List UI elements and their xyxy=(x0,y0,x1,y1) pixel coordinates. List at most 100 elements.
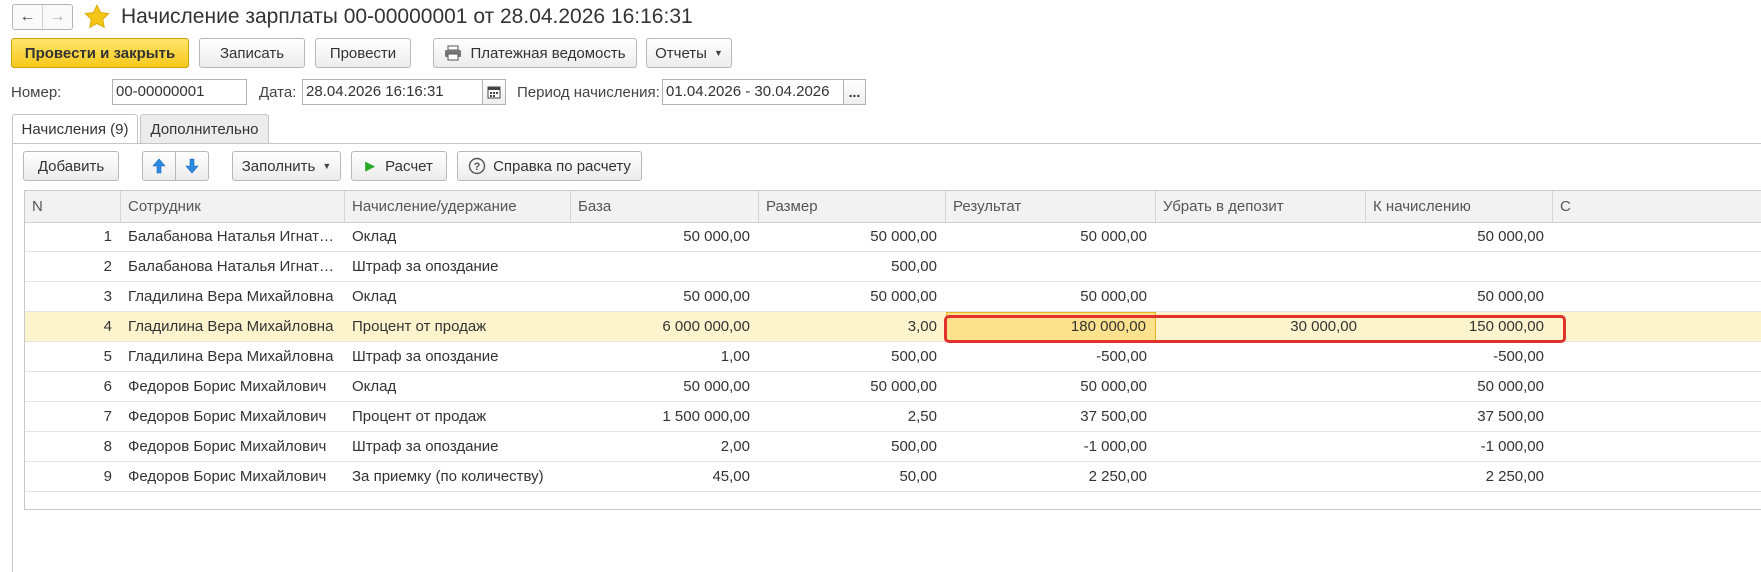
size-cell[interactable]: 50 000,00 xyxy=(759,372,946,401)
table-row[interactable]: 5 Гладилина Вера Михайловна Штраф за опозд… xyxy=(25,342,1761,372)
result-cell[interactable]: 180 000,00 xyxy=(946,312,1156,341)
table-row[interactable]: 1 Балабанова Наталья Игнат… Оклад 50 000,00… xyxy=(25,222,1761,252)
reports-button[interactable]: Отчеты ▼ xyxy=(646,38,732,68)
column-header-deposit[interactable]: Убрать в депозит xyxy=(1156,191,1366,222)
number-field[interactable]: 00-00000001 xyxy=(112,79,247,105)
deposit-cell[interactable] xyxy=(1156,402,1366,431)
row-number[interactable]: 8 xyxy=(25,432,121,461)
payroll-statement-button[interactable]: Платежная ведомость xyxy=(433,38,637,68)
base-cell[interactable]: 1,00 xyxy=(571,342,759,371)
employee-cell[interactable]: Федоров Борис Михайлович xyxy=(121,462,345,491)
save-button[interactable]: Записать xyxy=(199,38,305,68)
accrual-cell[interactable]: Оклад xyxy=(345,372,571,401)
forward-button[interactable]: → xyxy=(42,5,72,29)
period-field[interactable]: 01.04.2026 - 30.04.2026 xyxy=(662,79,844,105)
period-select-button[interactable]: ... xyxy=(843,79,866,105)
column-header-accrual[interactable]: Начисление/удержание xyxy=(345,191,571,222)
table-row[interactable]: 7 Федоров Борис Михайлович Процент от прод… xyxy=(25,402,1761,432)
size-cell[interactable]: 500,00 xyxy=(759,342,946,371)
post-button[interactable]: Провести xyxy=(315,38,411,68)
base-cell[interactable]: 50 000,00 xyxy=(571,222,759,251)
to-accrue-cell[interactable]: 2 250,00 xyxy=(1366,462,1553,491)
tab-accruals[interactable]: Начисления (9) xyxy=(12,114,138,144)
deposit-cell[interactable] xyxy=(1156,432,1366,461)
employee-cell[interactable]: Федоров Борис Михайлович xyxy=(121,402,345,431)
result-cell[interactable]: 37 500,00 xyxy=(946,402,1156,431)
table-row[interactable]: 3 Гладилина Вера Михайловна Оклад 50 000,00… xyxy=(25,282,1761,312)
employee-cell[interactable]: Гладилина Вера Михайловна xyxy=(121,342,345,371)
employee-cell[interactable]: Гладилина Вера Михайловна xyxy=(121,282,345,311)
employee-cell[interactable]: Федоров Борис Михайлович xyxy=(121,432,345,461)
to-accrue-cell[interactable]: 50 000,00 xyxy=(1366,222,1553,251)
calendar-button[interactable] xyxy=(482,79,506,105)
size-cell[interactable]: 2,50 xyxy=(759,402,946,431)
date-field[interactable]: 28.04.2026 16:16:31 xyxy=(302,79,483,105)
row-number[interactable]: 3 xyxy=(25,282,121,311)
size-cell[interactable]: 50 000,00 xyxy=(759,282,946,311)
row-number[interactable]: 6 xyxy=(25,372,121,401)
column-header-base[interactable]: База xyxy=(571,191,759,222)
accrual-cell[interactable]: Штраф за опоздание xyxy=(345,252,571,281)
result-cell[interactable] xyxy=(946,252,1156,281)
row-number[interactable]: 4 xyxy=(25,312,121,341)
table-row[interactable]: 8 Федоров Борис Михайлович Штраф за опозда… xyxy=(25,432,1761,462)
to-accrue-cell[interactable]: 150 000,00 xyxy=(1366,312,1553,341)
base-cell[interactable]: 50 000,00 xyxy=(571,282,759,311)
calc-help-button[interactable]: ? Справка по расчету xyxy=(457,151,642,181)
table-row[interactable]: 9 Федоров Борис Михайлович За приемку (по … xyxy=(25,462,1761,492)
post-and-close-button[interactable]: Провести и закрыть xyxy=(11,38,189,68)
column-header-to-accrue[interactable]: К начислению xyxy=(1366,191,1553,222)
move-up-button[interactable] xyxy=(142,151,176,181)
calculate-button[interactable]: ▶ Расчет xyxy=(351,151,447,181)
to-accrue-cell[interactable]: -1 000,00 xyxy=(1366,432,1553,461)
add-button[interactable]: Добавить xyxy=(23,151,119,181)
base-cell[interactable]: 1 500 000,00 xyxy=(571,402,759,431)
accrual-cell[interactable]: Процент от продаж xyxy=(345,402,571,431)
result-cell[interactable]: 2 250,00 xyxy=(946,462,1156,491)
to-accrue-cell[interactable]: 50 000,00 xyxy=(1366,282,1553,311)
row-number[interactable]: 5 xyxy=(25,342,121,371)
result-cell[interactable]: 50 000,00 xyxy=(946,222,1156,251)
deposit-cell[interactable] xyxy=(1156,372,1366,401)
employee-cell[interactable]: Гладилина Вера Михайловна xyxy=(121,312,345,341)
tab-additional[interactable]: Дополнительно xyxy=(140,114,269,144)
accrual-cell[interactable]: Штраф за опоздание xyxy=(345,342,571,371)
base-cell[interactable]: 50 000,00 xyxy=(571,372,759,401)
result-cell[interactable]: -500,00 xyxy=(946,342,1156,371)
move-down-button[interactable] xyxy=(175,151,209,181)
row-number[interactable]: 1 xyxy=(25,222,121,251)
accrual-cell[interactable]: Штраф за опоздание xyxy=(345,432,571,461)
deposit-cell[interactable] xyxy=(1156,252,1366,281)
table-row[interactable]: 2 Балабанова Наталья Игнат… Штраф за опозд… xyxy=(25,252,1761,282)
employee-cell[interactable]: Балабанова Наталья Игнат… xyxy=(121,222,345,251)
fill-button[interactable]: Заполнить ▼ xyxy=(232,151,341,181)
column-header-size[interactable]: Размер xyxy=(759,191,946,222)
deposit-cell[interactable] xyxy=(1156,282,1366,311)
employee-cell[interactable]: Федоров Борис Михайлович xyxy=(121,372,345,401)
employee-cell[interactable]: Балабанова Наталья Игнат… xyxy=(121,252,345,281)
base-cell[interactable] xyxy=(571,252,759,281)
to-accrue-cell[interactable]: 50 000,00 xyxy=(1366,372,1553,401)
result-cell[interactable]: 50 000,00 xyxy=(946,372,1156,401)
to-accrue-cell[interactable] xyxy=(1366,252,1553,281)
star-icon[interactable] xyxy=(83,3,111,31)
size-cell[interactable]: 500,00 xyxy=(759,432,946,461)
column-header-result[interactable]: Результат xyxy=(946,191,1156,222)
column-header-n[interactable]: N xyxy=(25,191,121,222)
size-cell[interactable]: 3,00 xyxy=(759,312,946,341)
to-accrue-cell[interactable]: -500,00 xyxy=(1366,342,1553,371)
to-accrue-cell[interactable]: 37 500,00 xyxy=(1366,402,1553,431)
back-button[interactable]: ← xyxy=(13,5,42,29)
row-number[interactable]: 7 xyxy=(25,402,121,431)
row-number[interactable]: 9 xyxy=(25,462,121,491)
table-row[interactable]: 6 Федоров Борис Михайлович Оклад 50 000,00 5… xyxy=(25,372,1761,402)
column-header-extra[interactable]: С xyxy=(1553,191,1613,222)
accrual-cell[interactable]: Оклад xyxy=(345,222,571,251)
accrual-cell[interactable]: Оклад xyxy=(345,282,571,311)
size-cell[interactable]: 500,00 xyxy=(759,252,946,281)
accrual-cell[interactable]: За приемку (по количеству) xyxy=(345,462,571,491)
size-cell[interactable]: 50 000,00 xyxy=(759,222,946,251)
accrual-cell[interactable]: Процент от продаж xyxy=(345,312,571,341)
size-cell[interactable]: 50,00 xyxy=(759,462,946,491)
column-header-employee[interactable]: Сотрудник xyxy=(121,191,345,222)
